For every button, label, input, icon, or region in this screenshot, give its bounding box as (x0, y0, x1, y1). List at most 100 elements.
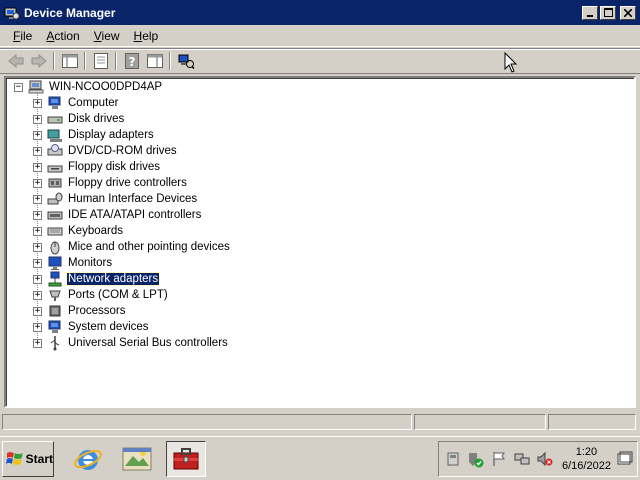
disk-drive-icon (47, 116, 63, 124)
minimize-icon[interactable] (582, 5, 598, 20)
root-label: WIN-NCOO0DPD4AP (49, 81, 163, 93)
toolbar-separator (169, 52, 171, 70)
tree-item-label: Computer (68, 97, 119, 109)
tree-item-dvd-cd-rom-drives[interactable]: + DVD/CD-ROM drives (33, 143, 178, 159)
mouse-cursor-icon (504, 52, 518, 73)
ide-controller-icon (47, 211, 63, 220)
usb-eject-icon[interactable] (443, 449, 463, 469)
tree-item-disk-drives[interactable]: + Disk drives (33, 111, 125, 127)
expand-icon[interactable]: + (33, 114, 42, 124)
menu-file[interactable]: File (6, 29, 39, 43)
server-manager-icon[interactable] (166, 441, 206, 477)
tree-item-label: DVD/CD-ROM drives (68, 145, 177, 157)
expand-icon[interactable]: + (33, 290, 42, 300)
show-hide-console-tree-icon[interactable] (58, 50, 81, 72)
floppy-controller-icon (48, 178, 62, 188)
usb-icon (50, 336, 60, 351)
help-icon[interactable]: ? (120, 50, 143, 72)
svg-text:?: ? (128, 55, 135, 69)
expand-icon[interactable]: + (33, 162, 42, 172)
menu-view[interactable]: View (87, 29, 127, 43)
tree-item-label: Floppy drive controllers (68, 177, 187, 189)
tree-item-mice-and-other-pointing-devices[interactable]: + Mice and other pointing devices (33, 239, 231, 255)
close-icon[interactable] (620, 5, 636, 20)
internet-explorer-icon[interactable] (68, 441, 108, 477)
tree-item-human-interface-devices[interactable]: + Human Interface Devices (33, 191, 198, 207)
expand-icon[interactable]: + (33, 226, 42, 236)
tree-item-floppy-drive-controllers[interactable]: + Floppy drive controllers (33, 175, 188, 191)
flag-icon[interactable] (489, 449, 509, 469)
clock[interactable]: 1:20 6/16/2022 (562, 445, 611, 473)
expand-icon[interactable]: + (33, 274, 42, 284)
tree-item-processors[interactable]: + Processors (33, 303, 127, 319)
expand-icon[interactable]: + (33, 322, 42, 332)
device-manager-icon (4, 7, 20, 19)
expand-icon[interactable]: + (33, 98, 42, 108)
security-icon[interactable] (466, 449, 486, 469)
monitor-icon (48, 256, 62, 270)
expand-icon[interactable]: + (33, 178, 42, 188)
tree-item-system-devices[interactable]: + System devices (33, 319, 150, 335)
scan-hardware-icon[interactable] (174, 50, 197, 72)
clock-date: 6/16/2022 (562, 460, 611, 472)
properties-icon[interactable] (89, 50, 112, 72)
tree-item-label: System devices (68, 321, 149, 333)
clock-time: 1:20 (575, 446, 598, 458)
windows-logo-icon (6, 452, 23, 465)
tree-item-label: IDE ATA/ATAPI controllers (68, 209, 202, 221)
display-adapter-icon (47, 129, 62, 142)
status-bar (0, 412, 640, 432)
explorer-icon[interactable] (117, 441, 157, 477)
title-bar[interactable]: Device Manager (0, 0, 640, 25)
computer-icon (28, 80, 44, 94)
maximize-icon[interactable] (600, 5, 616, 20)
tree-item-network-adapters[interactable]: + Network adapters (33, 271, 161, 287)
taskbar: Start 1:20 6/16/2022 (0, 436, 640, 480)
expand-icon[interactable]: + (33, 146, 42, 156)
expand-icon[interactable]: + (33, 210, 42, 220)
computer-icon (48, 96, 61, 109)
tree-item-label: Universal Serial Bus controllers (68, 337, 228, 349)
tree-item-keyboards[interactable]: + Keyboards (33, 223, 124, 239)
network-icon[interactable] (512, 449, 532, 469)
port-icon (49, 290, 61, 301)
action-pane-icon[interactable] (143, 50, 166, 72)
menu-help[interactable]: Help (127, 29, 166, 43)
tree-item-display-adapters[interactable]: + Display adapters (33, 127, 155, 143)
back-icon[interactable] (4, 50, 27, 72)
tree-item-floppy-disk-drives[interactable]: + Floppy disk drives (33, 159, 161, 175)
mouse-icon (50, 241, 60, 255)
forward-icon[interactable] (27, 50, 50, 72)
expand-icon[interactable]: + (33, 130, 42, 140)
tree-item-label: Disk drives (68, 113, 125, 125)
tree-root[interactable]: − WIN-NCOO0DPD4AP (14, 79, 163, 95)
menu-action[interactable]: Action (39, 29, 86, 43)
expand-icon[interactable]: + (33, 306, 42, 316)
tree-item-label: Ports (COM & LPT) (68, 289, 168, 301)
expand-icon[interactable]: + (33, 258, 42, 268)
device-tree[interactable]: − WIN-NCOO0DPD4AP + Computer + Disk drives +… (4, 76, 636, 408)
tree-item-universal-serial-bus-controllers[interactable]: + Universal Serial Bus controllers (33, 335, 229, 351)
tree-item-ports-com-lpt[interactable]: + Ports (COM & LPT) (33, 287, 169, 303)
system-device-icon (48, 320, 61, 333)
system-tray: 1:20 6/16/2022 (438, 441, 638, 477)
hid-icon (47, 192, 63, 205)
expand-icon[interactable]: + (33, 194, 42, 204)
show-desktop-icon[interactable] (617, 451, 633, 470)
tree-item-label: Monitors (68, 257, 113, 269)
collapse-icon[interactable]: − (14, 82, 23, 92)
dvd-drive-icon (47, 144, 63, 156)
tree-item-ide-ata-atapi-controllers[interactable]: + IDE ATA/ATAPI controllers (33, 207, 202, 223)
status-pane (2, 414, 412, 430)
start-button[interactable]: Start (2, 441, 54, 477)
network-adapter-icon (48, 271, 62, 287)
volume-muted-icon[interactable] (535, 449, 555, 469)
status-pane (548, 414, 636, 430)
keyboard-icon (47, 227, 63, 236)
tree-item-label: Human Interface Devices (68, 193, 198, 205)
tree-item-computer[interactable]: + Computer (33, 95, 120, 111)
window-title: Device Manager (24, 5, 116, 20)
tree-item-monitors[interactable]: + Monitors (33, 255, 113, 271)
expand-icon[interactable]: + (33, 242, 42, 252)
expand-icon[interactable]: + (33, 338, 42, 348)
